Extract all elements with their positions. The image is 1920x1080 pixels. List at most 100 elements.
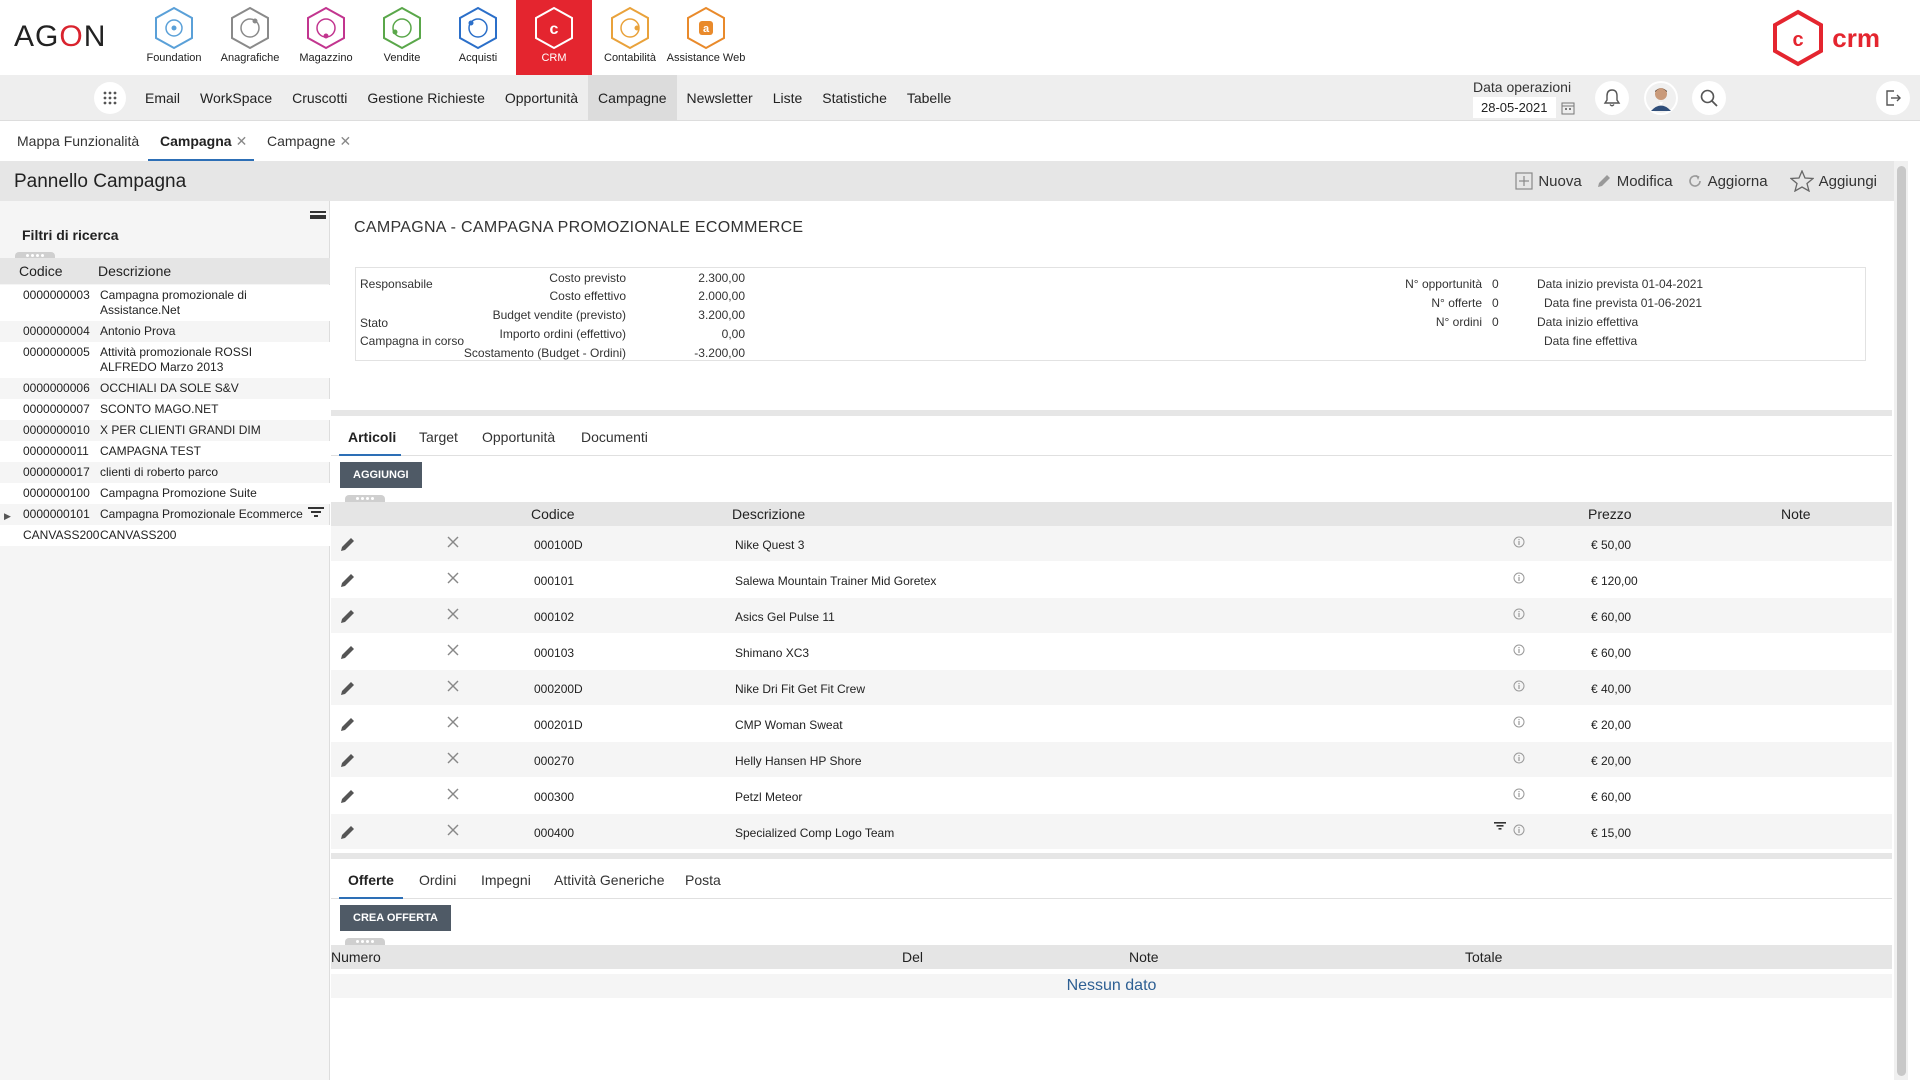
list-item[interactable]: 0000000100 Campagna Promozione Suite bbox=[0, 483, 330, 504]
col-totale[interactable]: Totale bbox=[1465, 949, 1502, 965]
col-del[interactable]: Del bbox=[902, 949, 923, 965]
list-item[interactable]: 0000000004 Antonio Prova bbox=[0, 321, 330, 342]
data-operazioni-field[interactable]: 28-05-2021 bbox=[1473, 97, 1556, 118]
delete-x-icon[interactable] bbox=[446, 787, 460, 804]
tab-posta[interactable]: Posta bbox=[685, 872, 721, 888]
app-anagrafiche[interactable]: Anagrafiche bbox=[212, 0, 288, 75]
tab-documenti[interactable]: Documenti bbox=[581, 429, 648, 445]
panel-toggle-icon[interactable] bbox=[310, 209, 326, 224]
col-prezzo[interactable]: Prezzo bbox=[1588, 506, 1632, 522]
app-grid-button[interactable] bbox=[94, 82, 126, 114]
filter-icon[interactable] bbox=[308, 507, 324, 522]
tab-mappa-funzionalita[interactable]: Mappa Funzionalità bbox=[17, 133, 139, 149]
offerte-drag-handle[interactable] bbox=[345, 938, 385, 945]
delete-x-icon[interactable] bbox=[446, 823, 460, 840]
edit-pencil-icon[interactable] bbox=[339, 607, 357, 628]
edit-pencil-icon[interactable] bbox=[339, 787, 357, 808]
tab-attivita-generiche[interactable]: Attività Generiche bbox=[554, 872, 665, 888]
aggiorna-button[interactable]: Aggiorna bbox=[1687, 173, 1768, 190]
tab-ordini[interactable]: Ordini bbox=[419, 872, 456, 888]
edit-pencil-icon[interactable] bbox=[339, 715, 357, 736]
delete-x-icon[interactable] bbox=[446, 643, 460, 660]
nav-workspace[interactable]: WorkSpace bbox=[190, 75, 282, 121]
table-row[interactable]: 000101 Salewa Mountain Trainer Mid Gorete… bbox=[331, 562, 1892, 598]
col-note[interactable]: Note bbox=[1129, 949, 1159, 965]
nuova-button[interactable]: Nuova bbox=[1515, 172, 1582, 190]
edit-pencil-icon[interactable] bbox=[339, 643, 357, 664]
edit-pencil-icon[interactable] bbox=[339, 751, 357, 772]
app-assistance-web[interactable]: a Assistance Web bbox=[667, 0, 745, 75]
list-item[interactable]: 0000000010 X PER CLIENTI GRANDI DIM bbox=[0, 420, 330, 441]
tab-target[interactable]: Target bbox=[419, 429, 458, 445]
app-contabilita[interactable]: Contabilità bbox=[592, 0, 668, 75]
col-note[interactable]: Note bbox=[1781, 506, 1811, 522]
app-magazzino[interactable]: Magazzino bbox=[288, 0, 364, 75]
nav-liste[interactable]: Liste bbox=[763, 75, 813, 121]
scrollbar-thumb[interactable] bbox=[1897, 166, 1906, 1076]
tab-offerte[interactable]: Offerte bbox=[348, 872, 394, 888]
table-row[interactable]: 000103 Shimano XC3 € 60,00 bbox=[331, 634, 1892, 670]
delete-x-icon[interactable] bbox=[446, 679, 460, 696]
app-acquisti[interactable]: Acquisti bbox=[440, 0, 516, 75]
nav-tabelle[interactable]: Tabelle bbox=[897, 75, 961, 121]
list-item[interactable]: 0000000006 OCCHIALI DA SOLE S&V bbox=[0, 378, 330, 399]
nav-statistiche[interactable]: Statistiche bbox=[812, 75, 897, 121]
list-item[interactable]: 0000000011 CAMPAGNA TEST bbox=[0, 441, 330, 462]
list-item-selected[interactable]: ▶ 0000000101 Campagna Promozionale Ecommer… bbox=[0, 504, 330, 525]
close-icon[interactable]: ✕ bbox=[340, 133, 352, 149]
tab-articoli[interactable]: Articoli bbox=[348, 429, 396, 445]
col-numero[interactable]: Numero bbox=[331, 949, 381, 965]
nav-gestione-richieste[interactable]: Gestione Richieste bbox=[357, 75, 495, 121]
delete-x-icon[interactable] bbox=[446, 607, 460, 624]
col-descrizione[interactable]: Descrizione bbox=[732, 506, 805, 522]
nav-email[interactable]: Email bbox=[135, 75, 190, 121]
list-item[interactable]: CANVASS200 CANVASS200 bbox=[0, 525, 330, 546]
info-icon[interactable] bbox=[1513, 752, 1525, 767]
search-button[interactable] bbox=[1692, 81, 1726, 115]
list-item[interactable]: 0000000003 Campagna promozionale di Assis… bbox=[0, 285, 330, 321]
app-foundation[interactable]: Foundation bbox=[136, 0, 212, 75]
info-icon[interactable] bbox=[1513, 716, 1525, 731]
list-item[interactable]: 0000000005 Attività promozionale ROSSI AL… bbox=[0, 342, 330, 378]
list-item[interactable]: 0000000017 clienti di roberto parco bbox=[0, 462, 330, 483]
close-icon[interactable]: ✕ bbox=[236, 133, 248, 149]
filter-icon[interactable] bbox=[1494, 818, 1506, 833]
edit-pencil-icon[interactable] bbox=[339, 823, 357, 844]
aggiungi-articolo-button[interactable]: AGGIUNGI bbox=[340, 462, 422, 488]
table-row[interactable]: 000102 Asics Gel Pulse 11 € 60,00 bbox=[331, 598, 1892, 634]
info-icon[interactable] bbox=[1513, 788, 1525, 803]
list-item[interactable]: 0000000007 SCONTO MAGO.NET bbox=[0, 399, 330, 420]
table-row[interactable]: 000201D CMP Woman Sweat € 20,00 bbox=[331, 706, 1892, 742]
crea-offerta-button[interactable]: CREA OFFERTA bbox=[340, 905, 451, 931]
info-icon[interactable] bbox=[1513, 824, 1525, 839]
table-row[interactable]: 000200D Nike Dri Fit Get Fit Crew € 40,00 bbox=[331, 670, 1892, 706]
modifica-button[interactable]: Modifica bbox=[1596, 173, 1673, 190]
table-row[interactable]: 000400 Specialized Comp Logo Team € 15,00 bbox=[331, 814, 1892, 850]
col-codice[interactable]: Codice bbox=[19, 263, 63, 279]
table-row[interactable]: 000270 Helly Hansen HP Shore € 20,00 bbox=[331, 742, 1892, 778]
col-descrizione[interactable]: Descrizione bbox=[98, 263, 171, 279]
tab-campagna[interactable]: Campagna ✕ bbox=[160, 133, 247, 150]
edit-pencil-icon[interactable] bbox=[339, 535, 357, 556]
articoli-drag-handle[interactable] bbox=[345, 495, 385, 502]
table-row[interactable]: 000100D Nike Quest 3 € 50,00 bbox=[331, 526, 1892, 562]
col-codice[interactable]: Codice bbox=[531, 506, 575, 522]
logout-button[interactable] bbox=[1876, 81, 1910, 115]
tab-opportunita[interactable]: Opportunità bbox=[482, 429, 555, 445]
edit-pencil-icon[interactable] bbox=[339, 679, 357, 700]
info-icon[interactable] bbox=[1513, 536, 1525, 551]
edit-pencil-icon[interactable] bbox=[339, 571, 357, 592]
calendar-icon[interactable] bbox=[1561, 101, 1575, 118]
info-icon[interactable] bbox=[1513, 644, 1525, 659]
delete-x-icon[interactable] bbox=[446, 535, 460, 552]
app-crm[interactable]: c CRM bbox=[516, 0, 592, 75]
agon-logo[interactable]: AGON bbox=[14, 20, 106, 54]
nav-newsletter[interactable]: Newsletter bbox=[677, 75, 763, 121]
tab-impegni[interactable]: Impegni bbox=[481, 872, 531, 888]
info-icon[interactable] bbox=[1513, 680, 1525, 695]
nav-campagne[interactable]: Campagne bbox=[588, 75, 677, 121]
info-icon[interactable] bbox=[1513, 572, 1525, 587]
nav-opportunita[interactable]: Opportunità bbox=[495, 75, 588, 121]
user-avatar[interactable] bbox=[1644, 81, 1678, 115]
app-vendite[interactable]: Vendite bbox=[364, 0, 440, 75]
